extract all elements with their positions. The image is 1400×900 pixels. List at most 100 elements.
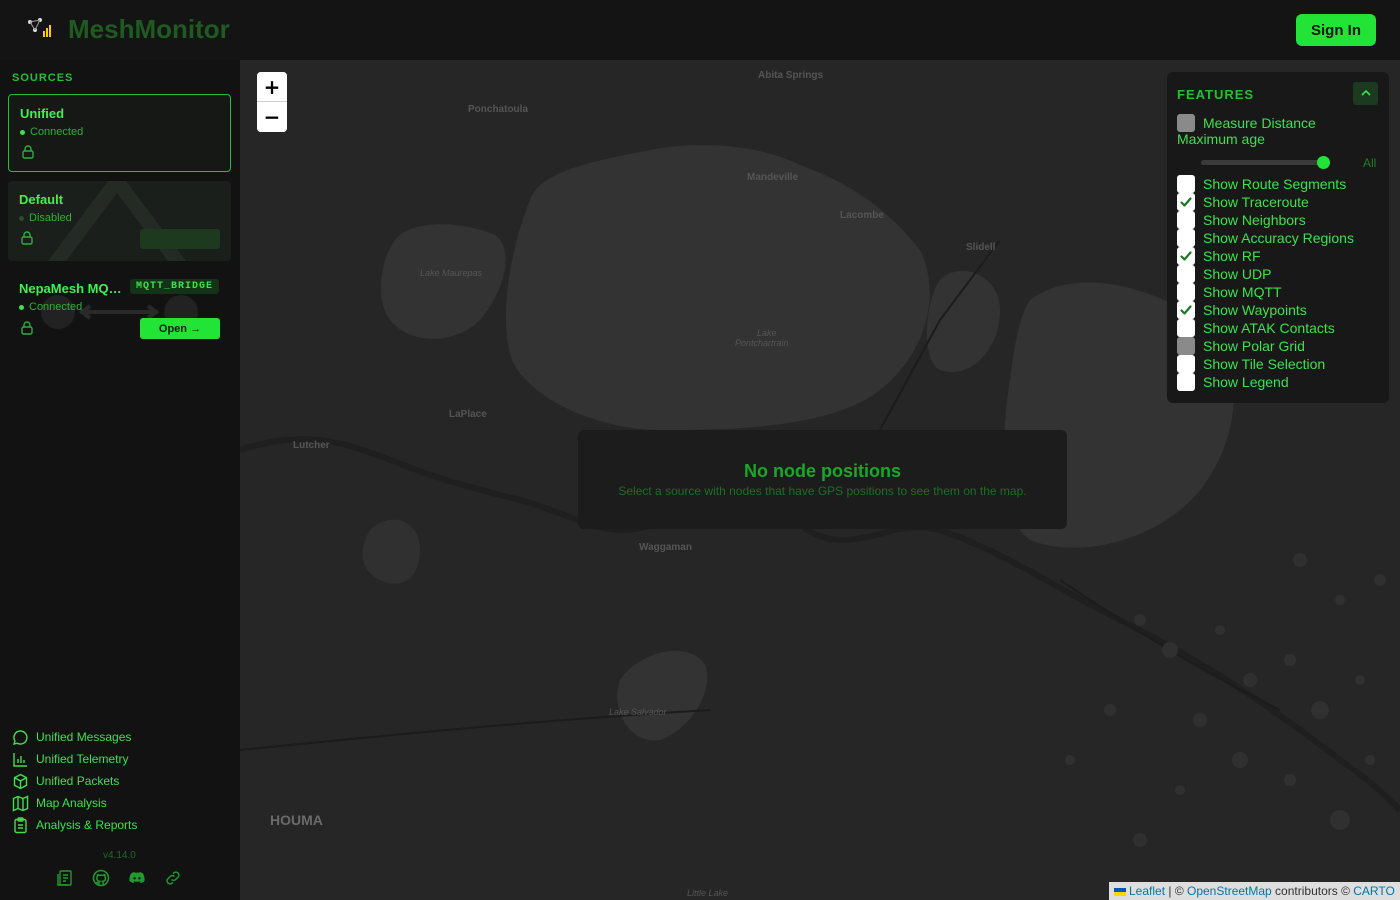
source-card-default[interactable]: Default Disabled bbox=[8, 181, 231, 261]
feature-checkbox[interactable] bbox=[1177, 373, 1195, 391]
marsh-texture bbox=[1065, 553, 1386, 847]
feature-toggle-show-tile-selection[interactable]: Show Tile Selection bbox=[1177, 355, 1325, 373]
attribution-separator: | © bbox=[1165, 884, 1187, 898]
empty-state-subtitle: Select a source with nodes that have GPS… bbox=[618, 484, 1027, 498]
source-name: Default bbox=[19, 192, 64, 207]
lake-small-shape bbox=[362, 519, 420, 584]
open-source-button[interactable]: Open → bbox=[140, 318, 220, 339]
docs-icon[interactable] bbox=[56, 869, 74, 887]
collapse-button[interactable] bbox=[1353, 82, 1378, 105]
discord-icon[interactable] bbox=[128, 869, 146, 887]
feature-toggle-show-traceroute[interactable]: Show Traceroute bbox=[1177, 193, 1309, 211]
measure-distance-toggle[interactable]: Measure Distance bbox=[1177, 114, 1316, 132]
map-label-laplace: LaPlace bbox=[449, 409, 487, 420]
disabled-open-button bbox=[140, 229, 220, 249]
feature-label: Show ATAK Contacts bbox=[1203, 320, 1335, 336]
clipboard-icon bbox=[12, 816, 29, 834]
measure-distance-checkbox[interactable] bbox=[1177, 114, 1195, 132]
feature-checkbox[interactable] bbox=[1177, 301, 1195, 319]
nav-unified-telemetry[interactable]: Unified Telemetry bbox=[12, 748, 137, 770]
feature-toggle-show-rf[interactable]: Show RF bbox=[1177, 247, 1261, 265]
feature-toggle-show-polar-grid[interactable]: Show Polar Grid bbox=[1177, 337, 1305, 355]
openstreetmap-link[interactable]: OpenStreetMap bbox=[1187, 884, 1272, 898]
lake-salvador-shape bbox=[617, 650, 708, 741]
map-label-mandeville: Mandeville bbox=[747, 172, 799, 183]
feature-toggle-show-udp[interactable]: Show UDP bbox=[1177, 265, 1271, 283]
feature-checkbox[interactable] bbox=[1177, 265, 1195, 283]
lock-icon[interactable] bbox=[19, 320, 35, 336]
footer-links bbox=[56, 869, 182, 887]
map-label-abita-springs: Abita Springs bbox=[758, 70, 824, 81]
feature-label: Show RF bbox=[1203, 248, 1261, 264]
bar-chart-icon bbox=[12, 751, 29, 768]
nav-analysis-reports[interactable]: Analysis & Reports bbox=[12, 814, 137, 836]
checkmark-icon bbox=[1180, 197, 1192, 207]
source-card-unified[interactable]: Unified Connected bbox=[8, 94, 231, 172]
map-label-lake-salvador: Lake Salvador bbox=[609, 707, 667, 717]
source-name: NepaMesh MQ… bbox=[19, 281, 122, 296]
map-label-waggaman: Waggaman bbox=[639, 542, 692, 553]
github-icon[interactable] bbox=[92, 869, 110, 887]
feature-checkbox[interactable] bbox=[1177, 193, 1195, 211]
max-age-label: Maximum age bbox=[1177, 131, 1265, 147]
feature-toggle-show-route-segments[interactable]: Show Route Segments bbox=[1177, 175, 1346, 193]
feature-toggle-show-legend[interactable]: Show Legend bbox=[1177, 373, 1289, 391]
feature-toggle-show-atak-contacts[interactable]: Show ATAK Contacts bbox=[1177, 319, 1335, 337]
feature-checkbox[interactable] bbox=[1177, 175, 1195, 193]
feature-checkbox[interactable] bbox=[1177, 211, 1195, 229]
map-label-lake-maurepas: Lake Maurepas bbox=[420, 268, 483, 278]
features-heading: FEATURES bbox=[1177, 87, 1255, 102]
feature-checkbox[interactable] bbox=[1177, 229, 1195, 247]
feature-checkbox[interactable] bbox=[1177, 355, 1195, 373]
nav-unified-messages[interactable]: Unified Messages bbox=[12, 726, 137, 748]
sign-in-button[interactable]: Sign In bbox=[1296, 14, 1376, 46]
feature-checkbox[interactable] bbox=[1177, 337, 1195, 355]
status-dot-icon bbox=[19, 304, 24, 310]
feature-toggle-show-neighbors[interactable]: Show Neighbors bbox=[1177, 211, 1306, 229]
map-label-lutcher: Lutcher bbox=[293, 440, 330, 451]
feature-toggle-show-accuracy-regions[interactable]: Show Accuracy Regions bbox=[1177, 229, 1354, 247]
chat-bubble-icon bbox=[12, 729, 29, 746]
map-icon bbox=[12, 794, 29, 812]
map-label-lacombe: Lacombe bbox=[840, 210, 884, 221]
nav-map-analysis[interactable]: Map Analysis bbox=[12, 792, 137, 814]
feature-label: Show Traceroute bbox=[1203, 194, 1309, 210]
link-icon[interactable] bbox=[164, 869, 182, 887]
map-label-slidell: Slidell bbox=[966, 242, 996, 253]
empty-state-panel: No node positions Select a source with n… bbox=[578, 430, 1067, 529]
status-dot-icon bbox=[19, 215, 24, 221]
source-name: Unified bbox=[20, 106, 65, 121]
slider-fill bbox=[1201, 160, 1325, 165]
carto-link[interactable]: CARTO bbox=[1353, 884, 1395, 898]
zoom-in-button[interactable]: + bbox=[257, 72, 287, 102]
leaflet-link[interactable]: Leaflet bbox=[1129, 884, 1165, 898]
map-label-ponchatoula: Ponchatoula bbox=[468, 104, 529, 115]
sidebar: SOURCES Unified Connected Default Disabl… bbox=[0, 60, 240, 900]
attribution-contributors: contributors © bbox=[1271, 884, 1354, 898]
zoom-control: + − bbox=[257, 72, 287, 132]
lock-icon[interactable] bbox=[20, 144, 36, 160]
feature-toggle-show-mqtt[interactable]: Show MQTT bbox=[1177, 283, 1282, 301]
feature-checkbox[interactable] bbox=[1177, 247, 1195, 265]
package-icon bbox=[12, 773, 29, 790]
lock-icon[interactable] bbox=[19, 230, 35, 246]
slider-thumb[interactable] bbox=[1317, 156, 1330, 169]
sources-heading: SOURCES bbox=[12, 72, 74, 84]
feature-checkbox[interactable] bbox=[1177, 283, 1195, 301]
measure-distance-label: Measure Distance bbox=[1203, 115, 1316, 131]
nav-unified-packets[interactable]: Unified Packets bbox=[12, 770, 137, 792]
feature-checkbox[interactable] bbox=[1177, 319, 1195, 337]
lake-maurepas-shape bbox=[380, 224, 506, 339]
source-card-nepamesh[interactable]: NepaMesh MQ… MQTT_BRIDGE Connected Open … bbox=[8, 272, 231, 348]
feature-toggle-show-waypoints[interactable]: Show Waypoints bbox=[1177, 301, 1307, 319]
max-age-slider[interactable] bbox=[1201, 156, 1330, 169]
feature-label: Show UDP bbox=[1203, 266, 1272, 282]
feature-label: Show Legend bbox=[1203, 374, 1289, 390]
zoom-out-button[interactable]: − bbox=[257, 102, 287, 132]
sidebar-nav: Unified Messages Unified Telemetry Unifi… bbox=[12, 726, 137, 836]
empty-state-title: No node positions bbox=[744, 461, 901, 481]
source-status: Connected bbox=[20, 126, 83, 138]
ukraine-flag-icon bbox=[1114, 887, 1126, 896]
feature-label: Show Route Segments bbox=[1203, 176, 1347, 192]
checkmark-icon bbox=[1180, 305, 1192, 315]
